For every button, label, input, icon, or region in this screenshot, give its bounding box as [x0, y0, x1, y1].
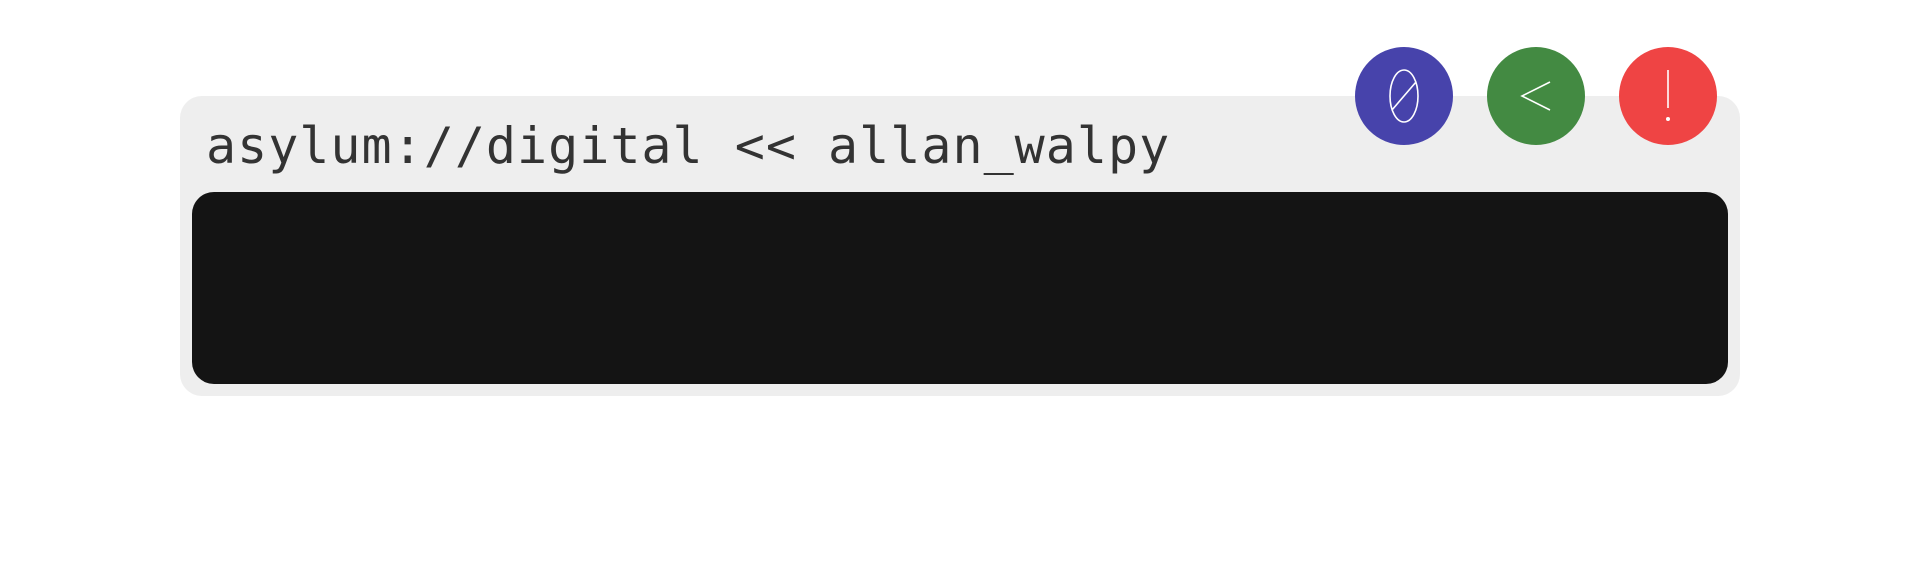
back-chevron-icon — [1516, 78, 1556, 114]
zero-icon — [1384, 66, 1424, 126]
terminal-title: asylum://digital << allan_walpy — [206, 117, 1171, 175]
terminal-screen[interactable] — [192, 192, 1728, 384]
alert-button[interactable] — [1619, 47, 1717, 145]
terminal-window: asylum://digital << allan_walpy — [180, 96, 1740, 396]
zero-button[interactable] — [1355, 47, 1453, 145]
exclamation-icon — [1662, 68, 1674, 124]
back-button[interactable] — [1487, 47, 1585, 145]
page-canvas: asylum://digital << allan_walpy — [0, 0, 1920, 576]
